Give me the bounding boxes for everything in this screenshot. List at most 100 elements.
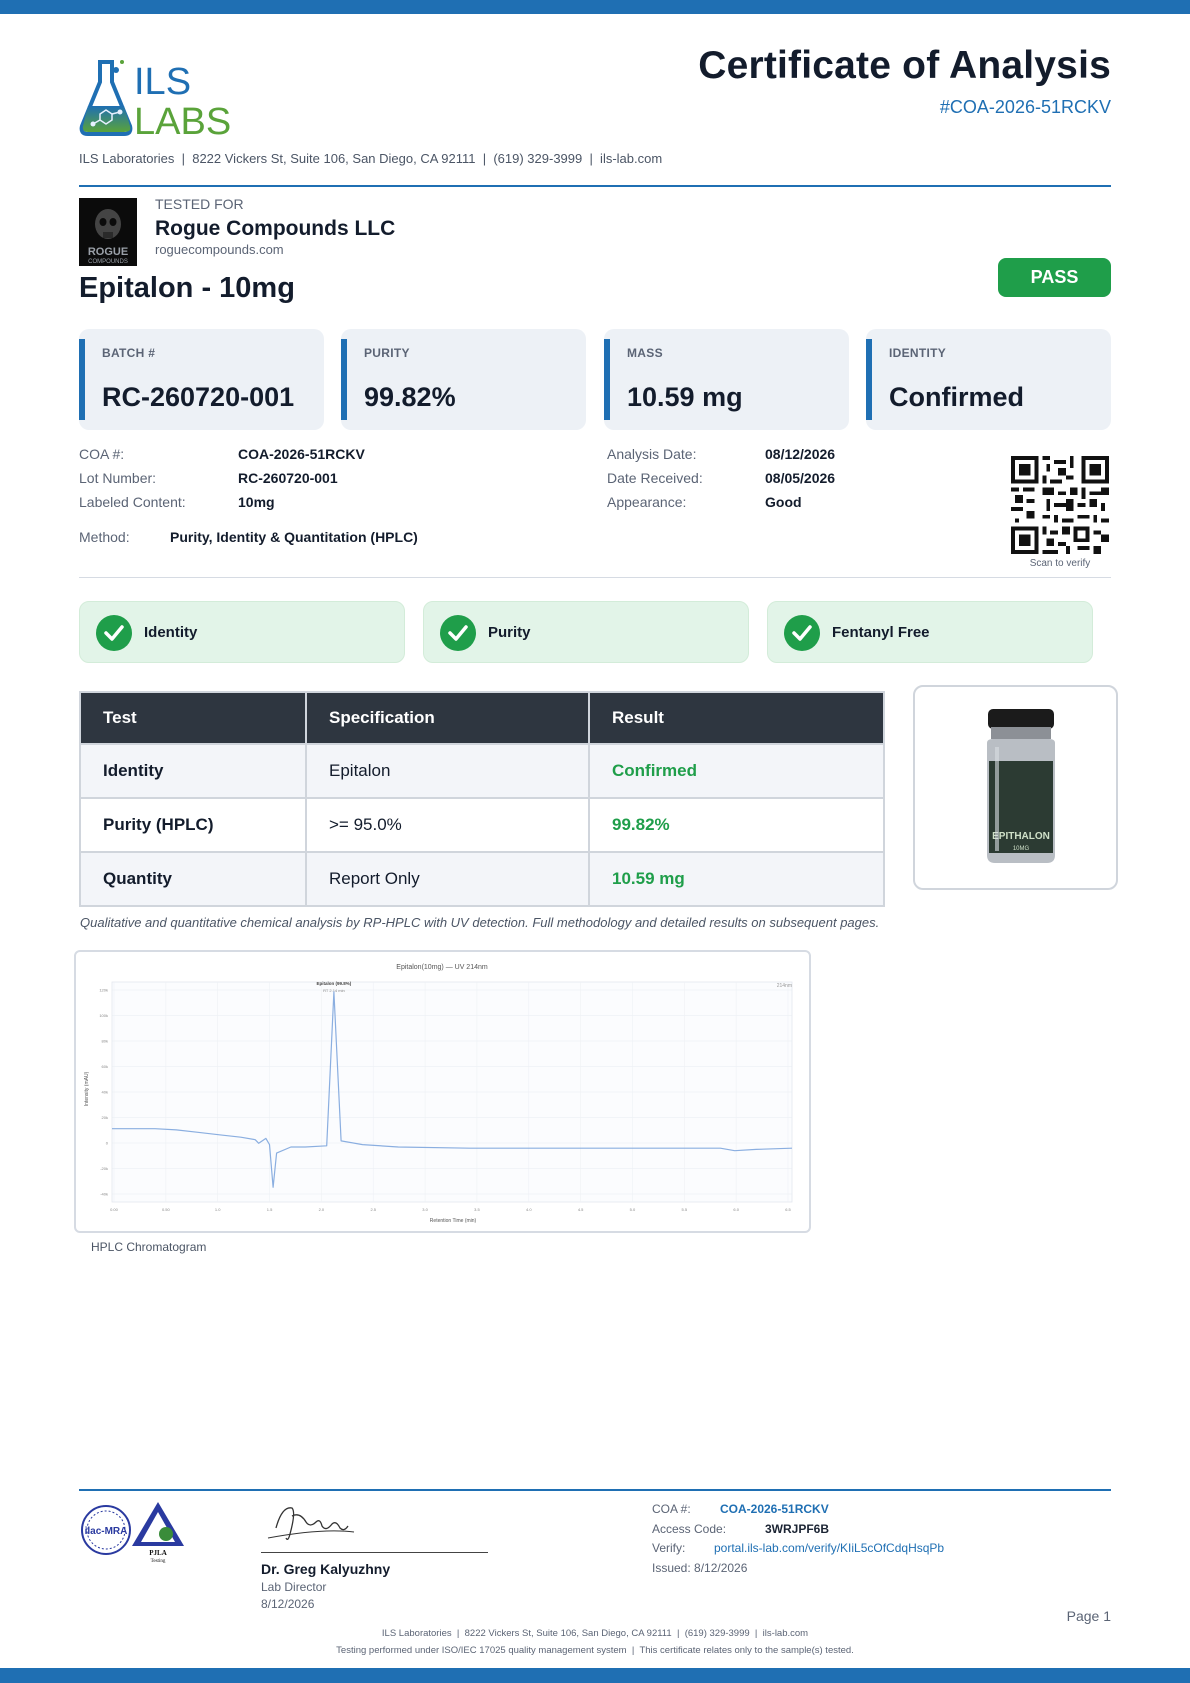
- analysis-date-value: 08/12/2026: [765, 446, 836, 462]
- x-tick-label: 4.5: [578, 1207, 584, 1212]
- access-code-value: 3WRJPF6B: [765, 1522, 830, 1536]
- signature-line: [261, 1552, 488, 1553]
- svg-text:EPITHALON: EPITHALON: [992, 831, 1050, 842]
- x-tick-label: 3.0: [422, 1207, 428, 1212]
- method-value: Purity, Identity & Quantitation (HPLC): [170, 529, 418, 545]
- card-value: 99.82%: [364, 382, 456, 412]
- card-accent: [604, 339, 610, 420]
- column-header: Result: [588, 691, 885, 745]
- svg-text:PJLA: PJLA: [149, 1549, 167, 1557]
- access-code-label: Access Code:: [652, 1522, 727, 1536]
- lot-label: Lot Number:: [79, 470, 157, 486]
- page-number: Page 1: [1066, 1608, 1111, 1624]
- client-name: Rogue Compounds LLC: [155, 217, 396, 240]
- product-photo[interactable]: EPITHALON 10MG: [913, 685, 1118, 890]
- details-divider: [79, 577, 1111, 578]
- check-label: Identity: [144, 624, 198, 641]
- y-axis-label: Intensity (mAU): [84, 1071, 90, 1106]
- lab-address-line: ILS Laboratories | 8222 Vickers St, Suit…: [79, 151, 663, 166]
- test-spec: Epitalon: [305, 743, 590, 799]
- card-accent: [79, 339, 85, 420]
- table-row: Purity (HPLC) >= 95.0% 99.82%: [79, 797, 885, 853]
- accreditation-seals: ilac-MRA PJLA Testing: [81, 1502, 184, 1564]
- pass-status-badge: PASS: [998, 258, 1111, 297]
- svg-text:ilac-MRA: ilac-MRA: [85, 1526, 128, 1537]
- signer-name: Dr. Greg Kalyuzhny: [261, 1561, 391, 1577]
- check-icon: [784, 615, 820, 651]
- svg-text:Testing: Testing: [151, 1559, 166, 1564]
- signer-role: Lab Director: [261, 1580, 327, 1594]
- y-tick-label: 100k: [99, 1013, 108, 1018]
- svg-text:LABS: LABS: [134, 101, 231, 140]
- card-label: MASS: [627, 346, 663, 360]
- check-icon: [440, 615, 476, 651]
- analysis-date-label: Analysis Date:: [607, 446, 697, 462]
- test-spec: Report Only: [305, 851, 590, 907]
- svg-text:10MG: 10MG: [1013, 846, 1030, 852]
- footer-divider: [79, 1489, 1111, 1491]
- signature: [267, 1507, 355, 1540]
- table-header-row: Test Specification Result: [79, 691, 885, 745]
- mass-card: MASS 10.59 mg: [604, 329, 849, 430]
- check-fentanyl-free: Fentanyl Free: [767, 601, 1093, 663]
- card-value: RC-260720-001: [102, 382, 295, 412]
- received-date-value: 08/05/2026: [765, 470, 836, 486]
- coa-label: COA #:: [79, 446, 125, 462]
- card-value: Confirmed: [889, 382, 1024, 412]
- check-identity: Identity: [79, 601, 405, 663]
- issued-date: Issued: 8/12/2026: [652, 1561, 748, 1575]
- test-result: 10.59 mg: [588, 851, 885, 907]
- verify-qr-code[interactable]: [1011, 456, 1109, 554]
- top-accent-bar: [0, 0, 1190, 14]
- appearance-label: Appearance:: [607, 494, 687, 510]
- footer-coa-value: COA-2026-51RCKV: [720, 1502, 829, 1516]
- y-tick-label: 120k: [99, 988, 108, 993]
- signer-date: 8/12/2026: [261, 1597, 315, 1611]
- y-tick-label: -20k: [100, 1166, 108, 1171]
- vial-image: EPITHALON 10MG: [987, 709, 1055, 863]
- test-result: Confirmed: [588, 743, 885, 799]
- x-tick-label: 6.0: [733, 1207, 739, 1212]
- card-accent: [866, 339, 872, 420]
- methodology-note: Qualitative and quantitative chemical an…: [80, 915, 880, 930]
- x-tick-label: 1.5: [267, 1207, 273, 1212]
- check-purity: Purity: [423, 601, 749, 663]
- document-title: Certificate of Analysis: [698, 44, 1111, 87]
- x-axis-label: Retention Time (min): [430, 1218, 477, 1224]
- verify-link[interactable]: portal.ils-lab.com/verify/KIiL5cOfCdqHsq…: [714, 1541, 944, 1555]
- x-tick-label: 2.5: [370, 1207, 376, 1212]
- test-name: Quantity: [79, 851, 307, 907]
- x-tick-label: 4.0: [526, 1207, 532, 1212]
- test-result: 99.82%: [588, 797, 885, 853]
- chart-legend: 214nm: [777, 983, 792, 989]
- x-tick-label: 6.5: [785, 1207, 791, 1212]
- card-value: 10.59 mg: [627, 382, 743, 412]
- test-name: Identity: [79, 743, 307, 799]
- bottom-accent-bar: [0, 1668, 1190, 1683]
- footer-address-line: ILS Laboratories | 8222 Vickers St, Suit…: [381, 1628, 809, 1639]
- column-header: Specification: [305, 691, 590, 745]
- chromatogram-panel: Epitalon(10mg) — UV 214nm Retention Time…: [74, 950, 811, 1233]
- client-logo: ROGUE COMPOUNDS: [79, 198, 137, 266]
- y-tick-label: -40k: [100, 1192, 108, 1197]
- content-value: 10mg: [238, 494, 275, 510]
- x-tick-label: 5.5: [682, 1207, 688, 1212]
- x-tick-label: 3.5: [474, 1207, 480, 1212]
- column-header: Test: [79, 691, 307, 745]
- client-website: roguecompounds.com: [155, 242, 284, 257]
- footer-coa-label: COA #:: [652, 1502, 691, 1516]
- results-table: Test Specification Result Identity Epita…: [79, 691, 885, 907]
- purity-card: PURITY 99.82%: [341, 329, 586, 430]
- x-tick-label: 0.00: [110, 1207, 119, 1212]
- x-tick-label: 1.0: [215, 1207, 221, 1212]
- x-tick-label: 0.50: [162, 1207, 171, 1212]
- tested-for-label: TESTED FOR: [155, 196, 244, 212]
- test-spec: >= 95.0%: [305, 797, 590, 853]
- chart-title: Epitalon(10mg) — UV 214nm: [396, 964, 488, 971]
- card-accent: [341, 339, 347, 420]
- y-tick-label: 60k: [102, 1064, 108, 1069]
- header-divider: [79, 185, 1111, 187]
- lot-value: RC-260720-001: [238, 470, 338, 486]
- card-label: BATCH #: [102, 346, 156, 360]
- y-tick-label: 80k: [102, 1039, 108, 1044]
